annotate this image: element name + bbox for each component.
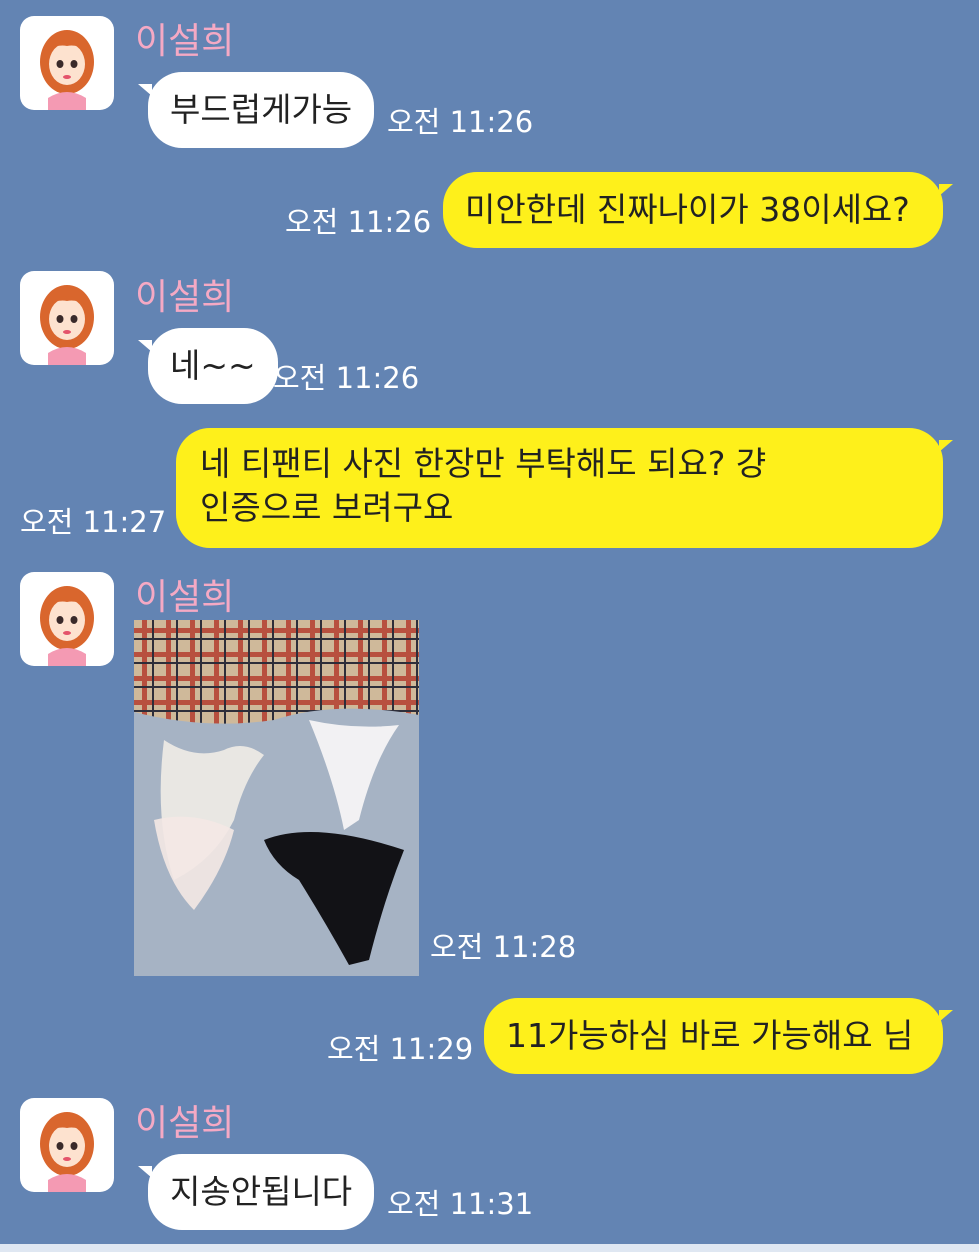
message-text: 지송안됩니다: [170, 1172, 353, 1211]
message-text: 미안한데 진짜나이가 38이세요?: [465, 190, 910, 229]
message-bubble-outgoing[interactable]: 11가능하심 바로 가능해요 님: [484, 998, 953, 1074]
photo-message[interactable]: [134, 620, 419, 976]
sender-name: 이설희: [135, 277, 235, 318]
cartoon-girl-avatar-icon: [40, 30, 94, 110]
sender-avatar[interactable]: [20, 271, 114, 365]
sender-name: 이설희: [135, 577, 235, 618]
message-text: 부드럽게가능: [170, 90, 353, 129]
message-bubble-incoming[interactable]: 네~~: [138, 328, 278, 404]
message-timestamp: 오전 11:26: [387, 105, 534, 139]
sender-avatar[interactable]: [20, 1098, 114, 1192]
message-text: 네~~: [170, 346, 256, 385]
message-bubble-incoming[interactable]: 부드럽게가능: [137, 72, 375, 148]
message-timestamp: 오전 11:26: [285, 205, 432, 239]
message-bubble-incoming[interactable]: 지송안됩니다: [137, 1154, 375, 1230]
bottom-edge-bar: [0, 1244, 979, 1252]
message-timestamp: 오전 11:28: [430, 930, 577, 964]
message-timestamp: 오전 11:29: [327, 1032, 474, 1066]
message-timestamp: 오전 11:31: [387, 1187, 534, 1221]
cartoon-girl-avatar-icon: [40, 1112, 94, 1192]
message-text: 11가능하심 바로 가능해요 님: [506, 1016, 914, 1055]
message-text-line: 인증으로 보려구요: [200, 488, 454, 527]
photo-thumbnail: [134, 620, 419, 976]
message-bubble-outgoing[interactable]: 네 티팬티 사진 한장만 부탁해도 되요? 걍 인증으로 보려구요: [176, 428, 953, 548]
chat-message-list[interactable]: 이설희 부드럽게가능 오전 11:26 오전 11:26 미안한데 진짜나이가 …: [0, 0, 979, 1252]
cartoon-girl-avatar-icon: [40, 285, 94, 365]
message-timestamp: 오전 11:26: [273, 361, 420, 395]
cartoon-girl-avatar-icon: [40, 586, 94, 666]
sender-avatar[interactable]: [20, 572, 114, 666]
message-bubble-outgoing[interactable]: 미안한데 진짜나이가 38이세요?: [443, 172, 953, 248]
message-text-line: 네 티팬티 사진 한장만 부탁해도 되요? 걍: [200, 444, 767, 483]
sender-name: 이설희: [135, 21, 235, 62]
message-timestamp: 오전 11:27: [20, 505, 167, 539]
sender-avatar[interactable]: [20, 16, 114, 110]
sender-name: 이설희: [135, 1103, 235, 1144]
